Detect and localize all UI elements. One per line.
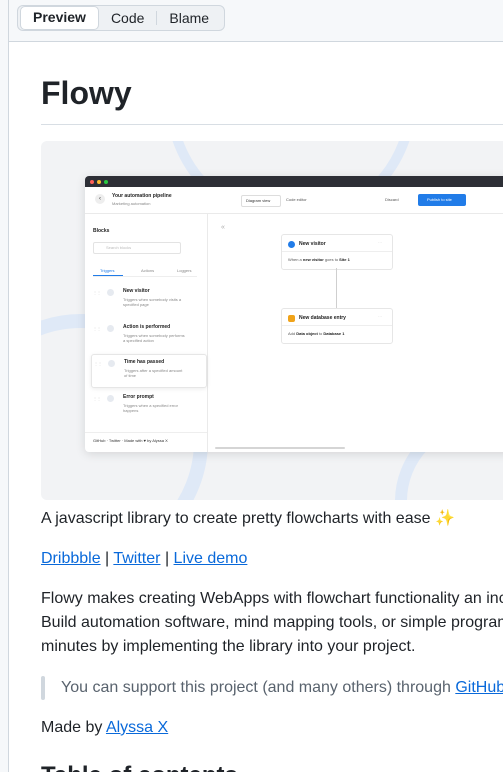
hero-image: ‹ Your automation pipeline Marketing aut… (41, 141, 503, 500)
author-link[interactable]: Alyssa X (106, 719, 168, 736)
tab-blame[interactable]: Blame (157, 7, 221, 29)
mock-blocks-panel: Blocks « Search blocks Triggers Actions … (85, 214, 225, 452)
link-separator: | (164, 550, 170, 567)
mock-header-title: Your automation pipeline (112, 193, 172, 199)
readme-description-line: Flowy makes creating WebApps with flowch… (41, 590, 503, 607)
mock-search-box: Search blocks (93, 242, 181, 254)
readme-description-line: Build automation software, mind mapping … (41, 614, 503, 631)
collapse-icon: « (221, 224, 225, 231)
blockquote-bar (41, 676, 45, 700)
window-chrome (85, 176, 503, 187)
link-separator: | (105, 550, 110, 567)
mock-discard-button: Discard (385, 197, 399, 202)
back-icon: ‹ (95, 194, 105, 204)
view-mode-segmented-control: Preview Code Blame (17, 5, 225, 31)
app-mockup: ‹ Your automation pipeline Marketing aut… (85, 176, 503, 452)
mock-tab-triggers: Triggers (100, 268, 115, 273)
eye-icon (288, 241, 295, 248)
title-divider (41, 124, 503, 125)
mock-block-item: ⋮⋮ Error prompt Triggers when a specifie… (93, 394, 178, 413)
mock-block-item: ⋮⋮ New visitor Triggers when somebody vi… (93, 288, 182, 307)
canvas-scrollbar (215, 447, 345, 449)
mock-publish-button: Publish to site (418, 194, 466, 206)
database-icon (288, 315, 295, 322)
made-by-line: Made by Alyssa X (41, 719, 169, 736)
mock-block-item: ⋮⋮ Action is performed Triggers when som… (93, 324, 185, 343)
tab-preview[interactable]: Preview (20, 6, 99, 30)
readme-description-line: minutes by implementing the library into… (41, 638, 416, 655)
tab-code[interactable]: Code (99, 7, 156, 29)
mock-code-editor-tab: Code editor (286, 197, 307, 202)
canvas-node: New visitor ··· When a new visitor goes … (281, 234, 393, 270)
connector-line (336, 268, 337, 308)
file-toolbar: Preview Code Blame (9, 0, 503, 42)
mock-block-item-hover: ⋮⋮ Time has passed Triggers after a spec… (91, 354, 207, 388)
github-sponsor-link[interactable]: GitHub (455, 679, 503, 696)
mock-panel-title: Blocks (93, 228, 110, 234)
mock-header-subtitle: Marketing automation (112, 201, 151, 206)
readme-tagline: A javascript library to create pretty fl… (41, 510, 455, 527)
readme-links: Dribbble | Twitter | Live demo (41, 547, 247, 571)
canvas-node: New database entry ··· Add Data object t… (281, 308, 393, 344)
readme-content: Flowy ‹ Your automation pipeline Marketi… (9, 42, 503, 772)
support-blockquote: You can support this project (and many o… (41, 676, 503, 700)
mock-diagram-view-tab: Diagram view (241, 195, 281, 207)
left-rail (0, 0, 9, 772)
mock-header: ‹ Your automation pipeline Marketing aut… (85, 187, 503, 214)
mock-footer-credit: GitHub · Twitter · Made with ♥ by Alyssa… (93, 438, 168, 443)
mock-tab-loggers: Loggers (177, 268, 192, 273)
dribbble-link[interactable]: Dribbble (41, 550, 101, 567)
readme-title: Flowy (41, 75, 132, 111)
live-demo-link[interactable]: Live demo (174, 550, 248, 567)
table-of-contents-heading: Table of contents (41, 762, 238, 772)
mock-tab-actions: Actions (141, 268, 155, 273)
support-text: You can support this project (and many o… (61, 679, 456, 696)
twitter-link[interactable]: Twitter (113, 550, 160, 567)
